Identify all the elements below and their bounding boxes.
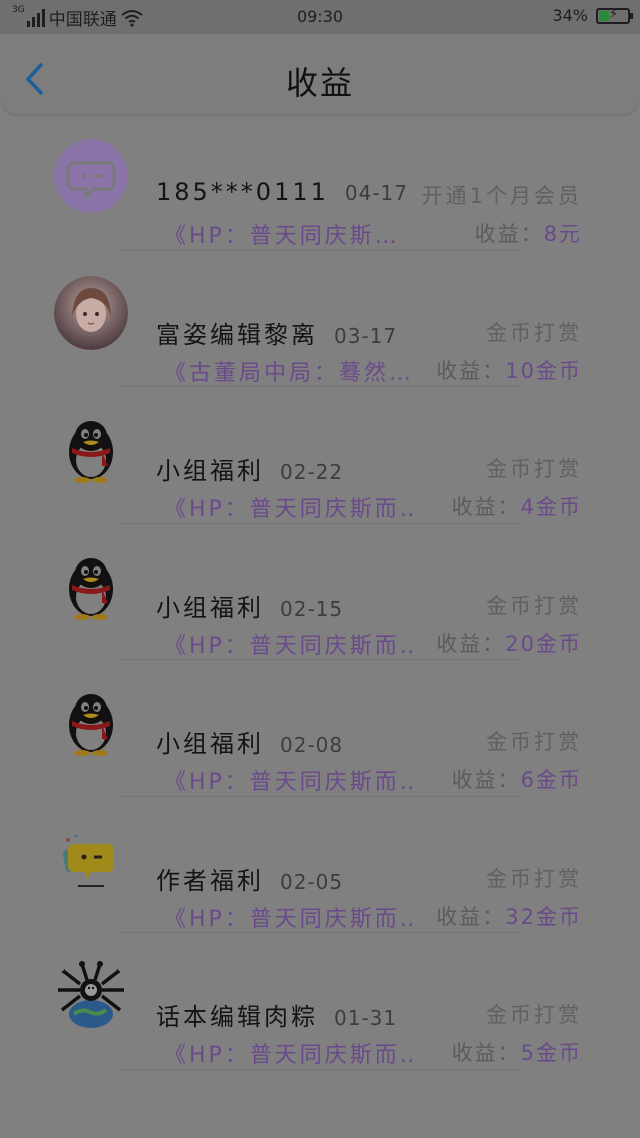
status-bar: 3G 中国联通 09:30 34% ⚡ <box>0 0 640 34</box>
book-title-link[interactable]: 《HP：普天同庆斯而… <box>164 901 414 933</box>
date-label: 03-17 <box>334 323 398 348</box>
reward-type: 金币打赏 <box>486 1003 582 1027</box>
income-label: 收益： <box>474 222 544 246</box>
list-item[interactable]: 小组福利 02-08 金币打赏《HP：普天同庆斯而… 收益：6金币 <box>0 660 640 797</box>
income-amount: 4金币 <box>520 495 582 519</box>
income-value: 收益：5金币 <box>452 1037 582 1067</box>
date-label: 01-31 <box>334 1006 398 1030</box>
book-title-link[interactable]: 《古董局中局：蓦然… <box>164 355 414 387</box>
penguin-avatar[interactable] <box>54 685 128 759</box>
date-label: 02-05 <box>280 869 344 894</box>
name-row: 小组福利 02-15 <box>156 588 343 623</box>
girl-portrait-avatar[interactable] <box>54 275 128 350</box>
spider-globe-avatar[interactable] <box>54 958 128 1032</box>
income-label: 收益： <box>451 1041 521 1065</box>
page-title: 收益 <box>285 64 354 102</box>
user-name: 富姿编辑黎离 <box>156 320 318 349</box>
user-name: 185***0111 <box>156 178 329 206</box>
user-name: 话本编辑肉粽 <box>156 1003 318 1031</box>
list-item[interactable]: 富姿编辑黎离 03-17 金币打赏《古董局中局：蓦然… 收益：10金币 <box>0 251 640 387</box>
header-bar: 收益 <box>2 34 638 114</box>
income-label: 收益： <box>436 631 506 656</box>
name-row: 小组福利 02-22 <box>156 451 343 486</box>
user-name: 作者福利 <box>156 866 264 895</box>
income-label: 收益： <box>451 768 521 792</box>
income-list: 185***0111 04-17 开通1个月会员 《HP：普天同庆斯… 收益：8元 富姿编… <box>0 114 640 1070</box>
book-title-link[interactable]: 《HP：普天同庆斯而… <box>164 1037 414 1069</box>
income-amount: 10金币 <box>505 358 582 383</box>
list-item[interactable]: 185***0111 04-17 开通1个月会员 《HP：普天同庆斯… 收益：8元 <box>0 114 640 251</box>
user-name: 小组福利 <box>156 593 264 622</box>
date-label: 02-22 <box>280 460 344 484</box>
user-name: 小组福利 <box>156 457 264 485</box>
book-title-link[interactable]: 《HP：普天同庆斯而… <box>164 764 414 796</box>
list-item[interactable]: 话本编辑肉粽 01-31 金币打赏《HP：普天同庆斯而… 收益：5金币 <box>0 933 640 1070</box>
battery-icon: ⚡ <box>596 6 633 24</box>
income-amount: 8元 <box>543 222 582 246</box>
name-row: 富姿编辑黎离 03-17 <box>156 315 397 350</box>
status-right: 34% ⚡ <box>552 6 633 25</box>
reward-type: 金币打赏 <box>486 593 582 618</box>
penguin-avatar[interactable] <box>54 412 128 486</box>
book-title-link[interactable]: 《HP：普天同庆斯… <box>164 218 414 250</box>
date-label: 02-08 <box>280 733 344 757</box>
yellow-chat-avatar[interactable] <box>54 822 128 896</box>
reward-type: 金币打赏 <box>486 457 582 481</box>
income-amount: 5金币 <box>520 1041 582 1065</box>
name-row: 话本编辑肉粽 01-31 <box>156 997 397 1032</box>
income-value: 收益：20金币 <box>436 628 582 658</box>
reward-type: 金币打赏 <box>486 866 582 891</box>
name-row: 185***0111 04-17 <box>156 178 408 206</box>
income-value: 收益：32金币 <box>436 901 582 931</box>
clock: 09:30 <box>296 7 344 26</box>
list-item[interactable]: 作者福利 02-05 金币打赏《HP：普天同庆斯而… 收益：32金币 <box>0 797 640 933</box>
penguin-avatar[interactable] <box>54 549 128 623</box>
date-label: 04-17 <box>344 181 409 205</box>
reward-type: 金币打赏 <box>486 320 582 345</box>
income-amount: 32金币 <box>505 904 582 929</box>
date-label: 02-15 <box>280 596 344 621</box>
list-item[interactable]: 小组福利 02-15 金币打赏《HP：普天同庆斯而… 收益：20金币 <box>0 524 640 660</box>
chat-bubble-avatar[interactable] <box>54 139 128 213</box>
name-row: 作者福利 02-05 <box>156 861 343 896</box>
user-name: 小组福利 <box>156 730 264 758</box>
income-label: 收益： <box>436 904 506 929</box>
income-value: 收益：8元 <box>475 218 582 248</box>
name-row: 小组福利 02-08 <box>156 724 343 759</box>
income-label: 收益： <box>436 358 506 383</box>
book-title-link[interactable]: 《HP：普天同庆斯而… <box>164 628 414 660</box>
income-value: 收益：4金币 <box>452 491 582 521</box>
income-value: 收益：10金币 <box>436 355 582 385</box>
income-label: 收益： <box>451 495 521 519</box>
reward-type: 开通1个月会员 <box>421 184 582 208</box>
charging-bolt-icon: ⚡ <box>609 6 619 22</box>
income-value: 收益：6金币 <box>452 764 582 794</box>
reward-type: 金币打赏 <box>486 730 582 754</box>
divider <box>120 1068 520 1070</box>
book-title-link[interactable]: 《HP：普天同庆斯而… <box>164 491 414 523</box>
income-amount: 6金币 <box>520 768 582 792</box>
battery-percent: 34% <box>552 6 588 25</box>
list-item[interactable]: 小组福利 02-22 金币打赏《HP：普天同庆斯而… 收益：4金币 <box>0 387 640 524</box>
battery-fill <box>599 10 609 21</box>
income-amount: 20金币 <box>505 631 582 656</box>
